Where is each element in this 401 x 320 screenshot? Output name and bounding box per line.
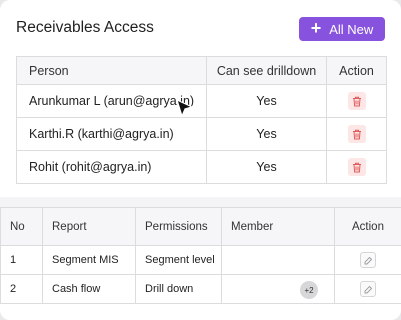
column-header-permissions: Permissions [135,207,222,246]
column-header-action: Action [334,207,401,246]
access-table: Person Can see drilldown Action Arunkuma… [16,56,387,184]
delete-button[interactable] [347,125,366,143]
report-cell: Segment MIS [42,245,136,275]
member-cell [221,245,335,275]
add-new-button[interactable]: + All New [299,17,385,41]
column-header-member: Member [221,207,335,246]
member-cell: +2 [221,274,335,304]
section-divider [0,197,401,207]
person-cell: Arunkumar L (arun@agrya.in) [16,84,207,118]
plus-icon: + [310,18,322,38]
edit-button[interactable] [360,252,376,268]
receivables-access-card: Receivables Access + All New Person Can … [0,0,401,320]
trash-icon [352,162,361,172]
delete-button[interactable] [347,158,366,176]
trash-icon [352,129,361,139]
action-cell [334,274,401,304]
column-header-report: Report [42,207,136,246]
permissions-cell: Drill down [135,274,222,304]
drilldown-cell: Yes [206,84,327,118]
column-header-no: No [0,207,43,246]
table-row: Rohit (rohit@agrya.in) Yes [16,150,387,184]
permissions-cell: Segment level [135,245,222,275]
access-table-header: Person Can see drilldown Action [16,56,387,85]
table-row: Arunkumar L (arun@agrya.in) Yes [16,84,387,118]
person-cell: Karthi.R (karthi@agrya.in) [16,117,207,151]
table-row: 1 Segment MIS Segment level [0,245,401,275]
column-header-person: Person [16,56,207,85]
report-cell: Cash flow [42,274,136,304]
drilldown-cell: Yes [206,150,327,184]
page-title: Receivables Access [16,19,154,36]
action-cell [334,245,401,275]
table-row: Karthi.R (karthi@agrya.in) Yes [16,117,387,151]
no-cell: 1 [0,245,43,275]
reports-table-header: No Report Permissions Member Action [0,207,401,246]
action-cell [326,117,387,151]
person-cell: Rohit (rohit@agrya.in) [16,150,207,184]
column-header-drilldown: Can see drilldown [206,56,327,85]
delete-button[interactable] [347,92,366,110]
trash-icon [352,96,361,106]
add-new-label: All New [329,21,374,37]
card-header: Receivables Access + All New [16,17,385,41]
no-cell: 2 [0,274,43,304]
table-row: 2 Cash flow Drill down +2 [0,274,401,304]
column-header-action: Action [326,56,387,85]
action-cell [326,84,387,118]
member-count-badge[interactable]: +2 [300,281,318,299]
edit-icon [364,256,372,264]
action-cell [326,150,387,184]
edit-button[interactable] [360,281,376,297]
drilldown-cell: Yes [206,117,327,151]
edit-icon [364,285,372,293]
reports-table: No Report Permissions Member Action 1 Se… [0,207,401,304]
